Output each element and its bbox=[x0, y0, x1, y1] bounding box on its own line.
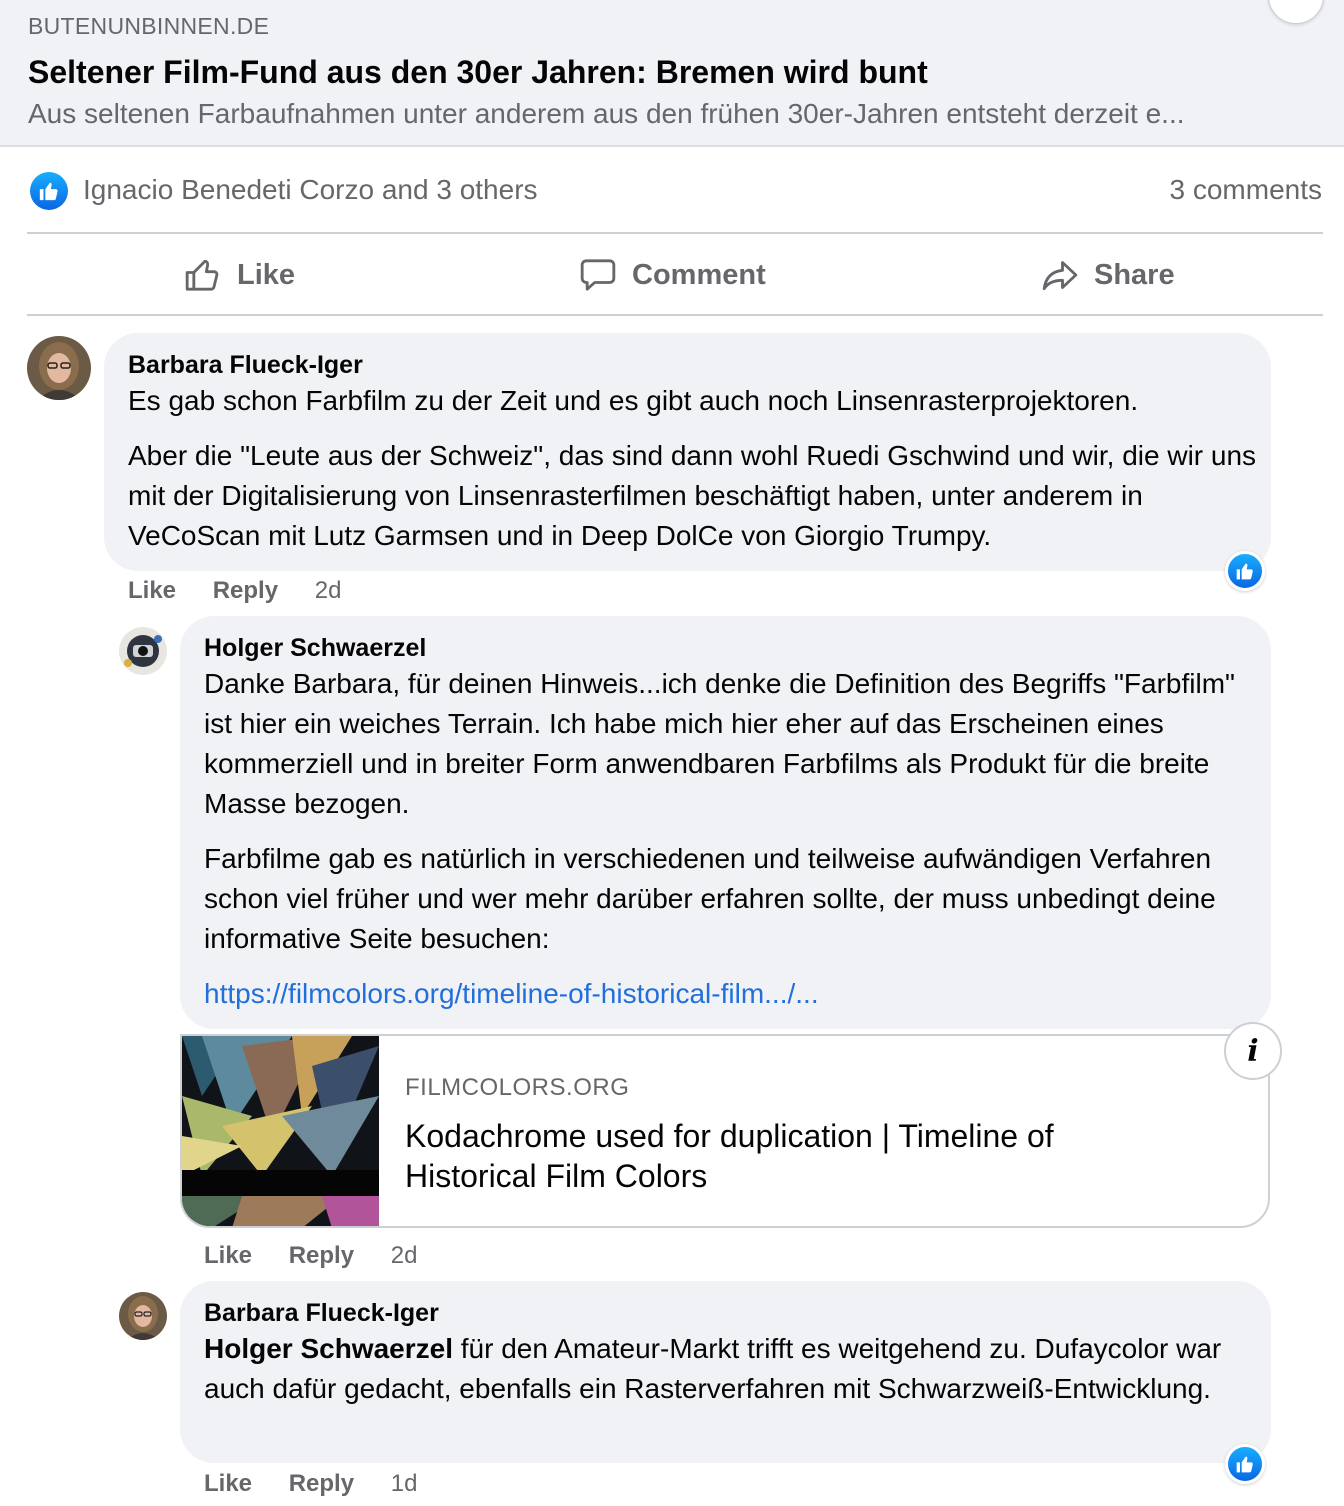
comment-paragraph: Aber die "Leute aus der Schweiz", das si… bbox=[128, 440, 1257, 551]
link-card[interactable]: FILMCOLORS.ORG Kodachrome used for dupli… bbox=[180, 1034, 1270, 1228]
like-icon bbox=[30, 172, 68, 210]
link-description: Aus seltenen Farbaufnahmen unter anderem… bbox=[28, 98, 1185, 129]
like-icon[interactable] bbox=[1225, 1444, 1265, 1484]
comment-reply-button[interactable]: Reply bbox=[289, 1470, 354, 1497]
divider bbox=[27, 314, 1323, 316]
comment-meta: Like Reply 2d bbox=[128, 577, 341, 605]
share-arrow-icon bbox=[1042, 261, 1078, 291]
comment-reply-button[interactable]: Reply bbox=[289, 1242, 354, 1269]
link-domain: BUTENUNBINNEN.DE bbox=[28, 13, 270, 39]
like-label: Like bbox=[237, 258, 296, 291]
link-title: Seltener Film-Fund aus den 30er Jahren: … bbox=[28, 54, 928, 90]
avatar[interactable] bbox=[119, 1292, 167, 1340]
comment-author[interactable]: Holger Schwaerzel bbox=[204, 634, 426, 663]
speech-bubble-icon bbox=[580, 259, 616, 291]
thumbs-up-icon bbox=[185, 259, 219, 291]
comment-time[interactable]: 1d bbox=[391, 1470, 418, 1497]
comment-count[interactable]: 3 comments bbox=[1170, 174, 1323, 206]
like-button[interactable]: Like bbox=[183, 236, 295, 314]
comment-link[interactable]: https://filmcolors.org/timeline-of-histo… bbox=[204, 974, 1254, 1014]
comment-like-button[interactable]: Like bbox=[204, 1470, 252, 1497]
comment-meta: Like Reply 1d bbox=[204, 1470, 417, 1498]
comment-author[interactable]: Barbara Flueck-Iger bbox=[128, 351, 363, 380]
comment-bubble: Barbara Flueck-Iger Es gab schon Farbfil… bbox=[104, 333, 1271, 571]
reactions-summary: Ignacio Benedeti Corzo and 3 others 3 co… bbox=[28, 168, 1322, 214]
comment-text: Danke Barbara, für deinen Hinweis...ich … bbox=[204, 664, 1254, 1014]
reactors-link[interactable]: Ignacio Benedeti Corzo and 3 others bbox=[83, 174, 538, 206]
comment-text: Holger Schwaerzel für den Amateur-Markt … bbox=[204, 1329, 1244, 1409]
comment-bubble: Barbara Flueck-Iger Holger Schwaerzel fü… bbox=[180, 1281, 1271, 1463]
comment-like-button[interactable]: Like bbox=[128, 577, 176, 604]
action-bar: Like Comment Share bbox=[27, 236, 1323, 314]
comment-time[interactable]: 2d bbox=[315, 577, 342, 604]
comment-meta: Like Reply 2d bbox=[204, 1242, 417, 1270]
comment-paragraph: Danke Barbara, für deinen Hinweis...ich … bbox=[204, 668, 1235, 819]
comment-text: Es gab schon Farbfilm zu der Zeit und es… bbox=[128, 381, 1258, 556]
mention-link[interactable]: Holger Schwaerzel bbox=[204, 1333, 453, 1364]
comment-label: Comment bbox=[632, 258, 766, 291]
like-icon[interactable] bbox=[1225, 551, 1265, 591]
comment-button[interactable]: Comment bbox=[578, 236, 766, 314]
share-button[interactable]: Share bbox=[1040, 236, 1175, 314]
comment-reply-button[interactable]: Reply bbox=[213, 577, 278, 604]
link-card-domain: FILMCOLORS.ORG bbox=[405, 1074, 630, 1101]
avatar[interactable] bbox=[27, 336, 91, 400]
comment-paragraph: Farbfilme gab es natürlich in verschiede… bbox=[204, 843, 1216, 954]
info-icon[interactable] bbox=[1268, 0, 1324, 24]
link-preview[interactable]: BUTENUNBINNEN.DE Seltener Film-Fund aus … bbox=[0, 0, 1344, 147]
divider bbox=[27, 232, 1323, 234]
avatar[interactable] bbox=[119, 627, 167, 675]
share-label: Share bbox=[1094, 258, 1175, 291]
comment-like-button[interactable]: Like bbox=[204, 1242, 252, 1269]
link-card-thumbnail bbox=[182, 1036, 379, 1226]
comment-paragraph: Es gab schon Farbfilm zu der Zeit und es… bbox=[128, 385, 1139, 416]
link-card-title: Kodachrome used for duplication | Timeli… bbox=[405, 1118, 1054, 1194]
info-icon[interactable]: i bbox=[1224, 1022, 1282, 1080]
comment-time[interactable]: 2d bbox=[391, 1242, 418, 1269]
comment-bubble: Holger Schwaerzel Danke Barbara, für dei… bbox=[180, 616, 1271, 1029]
comment-author[interactable]: Barbara Flueck-Iger bbox=[204, 1299, 439, 1328]
